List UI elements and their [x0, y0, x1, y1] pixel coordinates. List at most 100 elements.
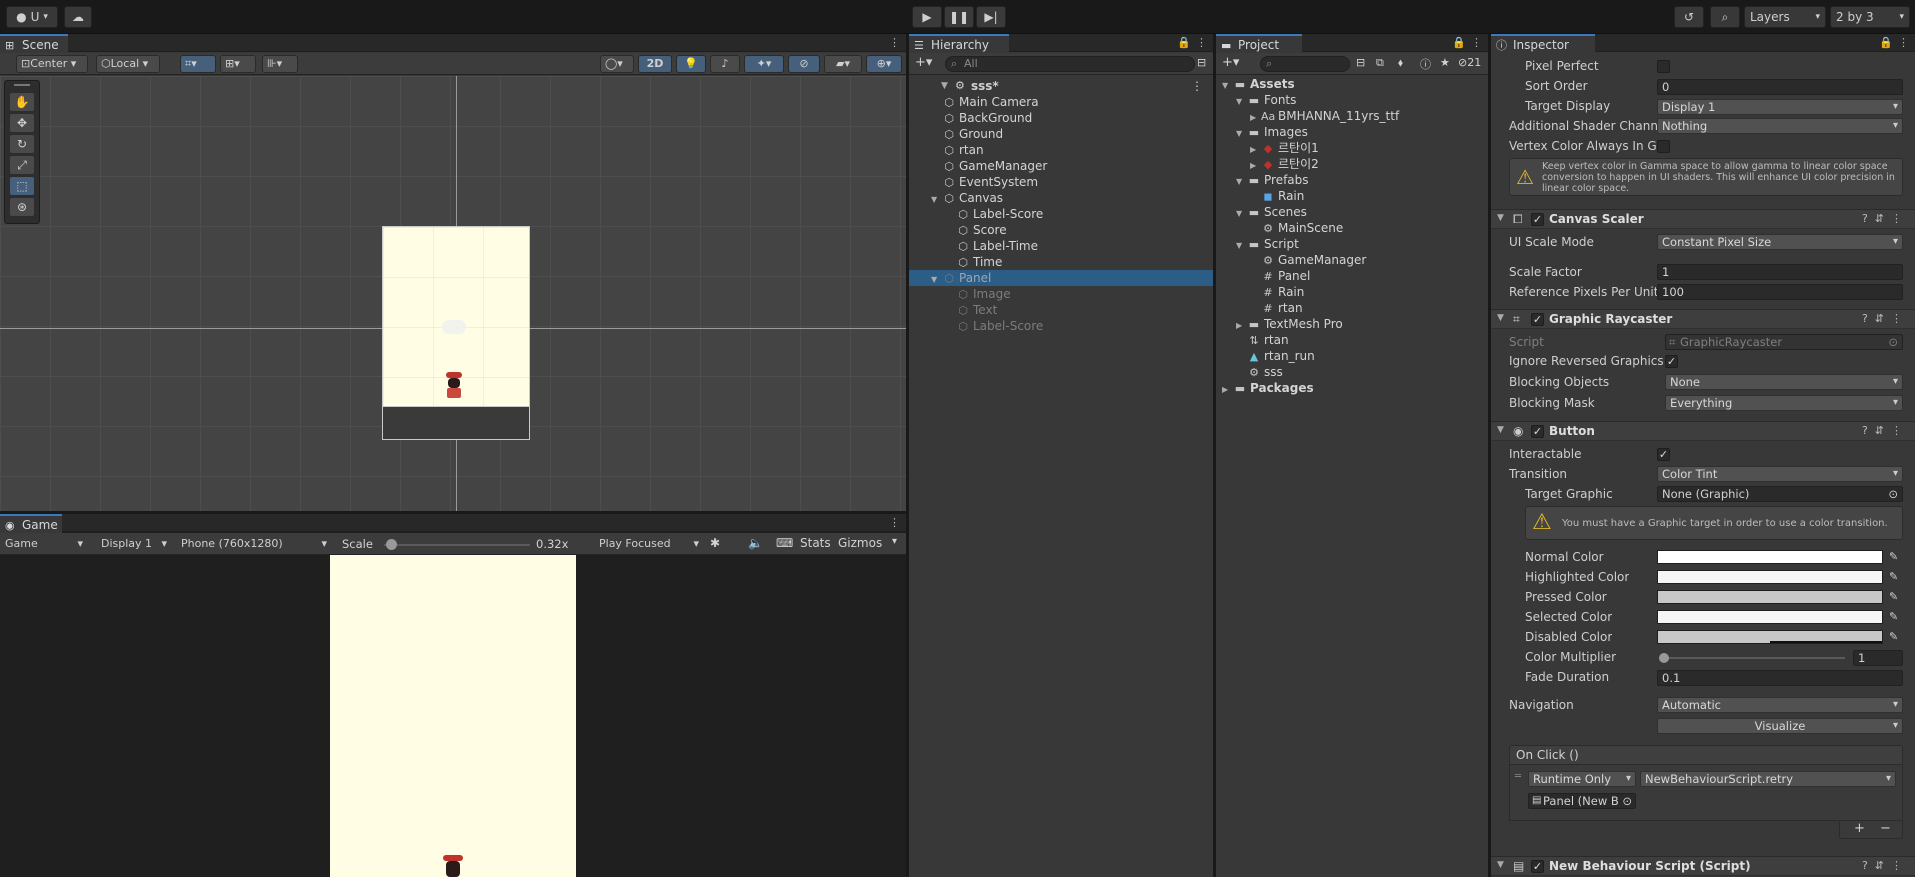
lock-icon[interactable]: 🔒 [1879, 34, 1893, 52]
move-tool-icon[interactable]: ✥ [10, 114, 34, 132]
function-dropdown[interactable]: NewBehaviourScript.retry [1640, 771, 1896, 787]
grid-snap-button[interactable]: ⌗▾ [180, 55, 216, 73]
project-item[interactable]: # Rain [1216, 284, 1488, 300]
hierarchy-item[interactable]: ⬡ BackGround [909, 110, 1213, 126]
search-type-icon[interactable]: ⊟ [1356, 56, 1365, 69]
target-object-field[interactable]: ▤ Panel (New B ⊙ [1528, 793, 1636, 809]
panel-menu-icon[interactable]: ⋮ [889, 514, 900, 532]
project-item[interactable]: ▶ Aa BMHANNA_11yrs_ttf [1216, 108, 1488, 124]
panel-menu-icon[interactable]: ⋮ [889, 34, 900, 52]
vertex-color-checkbox[interactable] [1657, 140, 1670, 153]
sort-order-field[interactable]: 0 [1657, 79, 1903, 95]
canvas-scaler-enabled-checkbox[interactable]: ✓ [1531, 213, 1544, 226]
hidden-packages-icon[interactable]: ⊘21 [1458, 56, 1481, 69]
blocking-mask-dropdown[interactable]: Everything [1665, 395, 1903, 411]
ref-ppu-field[interactable]: 100 [1657, 284, 1903, 300]
layers-dropdown[interactable]: Layers ▾ [1744, 6, 1826, 28]
add-icon[interactable]: +▾ [1222, 55, 1239, 70]
project-item[interactable]: ▶ ◆ 르탄이2 [1216, 156, 1488, 172]
add-event-button[interactable]: + [1854, 821, 1865, 836]
cloud-button[interactable]: ☁ [64, 6, 92, 28]
project-item[interactable]: ⚙ MainScene [1216, 220, 1488, 236]
fold-arrow-icon[interactable]: ▼ [1497, 860, 1504, 870]
button-component-header[interactable]: ▼ ◉ ✓ Button ?⇵⋮ [1491, 421, 1915, 441]
scale-factor-field[interactable]: 1 [1657, 264, 1903, 280]
target-display-dropdown[interactable]: Display 1 [1657, 99, 1903, 115]
eyedropper-icon[interactable]: ✎ [1889, 590, 1898, 603]
script-enabled-checkbox[interactable]: ✓ [1531, 860, 1544, 873]
raycaster-enabled-checkbox[interactable]: ✓ [1531, 313, 1544, 326]
tab-game[interactable]: ◉ Game [0, 514, 62, 533]
display-dropdown[interactable]: Display 1 ▾ [96, 535, 172, 553]
expand-arrow-icon[interactable]: ▶ [1222, 382, 1233, 398]
color-multiplier-slider[interactable] [1659, 653, 1845, 663]
ignore-reversed-checkbox[interactable]: ✓ [1665, 355, 1678, 368]
hierarchy-item[interactable]: ⬡ Text [909, 302, 1213, 318]
effects-dropdown[interactable]: ✦▾ [744, 55, 784, 73]
splitter[interactable] [906, 34, 909, 877]
hierarchy-item[interactable]: ⬡ Image [909, 286, 1213, 302]
project-item[interactable]: ▲ rtan_run [1216, 348, 1488, 364]
account-dropdown[interactable]: ● U ▾ [6, 6, 58, 28]
pivot-dropdown[interactable]: ⊡Center ▾ [16, 55, 88, 73]
panel-menu-icon[interactable]: ⋮ [1471, 34, 1482, 52]
pixel-perfect-checkbox[interactable] [1657, 60, 1670, 73]
project-item[interactable]: ▶ ▬ TextMesh Pro [1216, 316, 1488, 332]
normal-color-swatch[interactable] [1657, 550, 1883, 564]
transform-tool-icon[interactable]: ⊛ [10, 198, 34, 216]
component-actions-icon[interactable]: ?⇵⋮ [1862, 424, 1909, 437]
color-multiplier-field[interactable]: 1 [1853, 650, 1903, 666]
project-item[interactable]: ▶ ◆ 르탄이1 [1216, 140, 1488, 156]
component-actions-icon[interactable]: ?⇵⋮ [1862, 312, 1909, 325]
splitter[interactable] [0, 511, 906, 514]
shader-channels-dropdown[interactable]: Nothing [1657, 118, 1903, 134]
speaker-icon[interactable]: 🔈 [748, 536, 763, 550]
scene-header-row[interactable]: ▼ ⚙ sss* ⋮ [909, 78, 1213, 94]
transition-dropdown[interactable]: Color Tint [1657, 466, 1903, 482]
project-item[interactable]: ⚙ GameManager [1216, 252, 1488, 268]
project-item[interactable]: ▼ ▬ Prefabs [1216, 172, 1488, 188]
selected-color-swatch[interactable] [1657, 610, 1883, 624]
component-actions-icon[interactable]: ?⇵⋮ [1862, 212, 1909, 225]
scene-viewport[interactable] [0, 76, 906, 511]
hierarchy-item[interactable]: ⬡ Label-Score [909, 206, 1213, 222]
space-dropdown[interactable]: ⬡Local ▾ [96, 55, 160, 73]
bug-icon[interactable]: ✱ [710, 536, 720, 550]
play-mode-dropdown[interactable]: Play Focused ▾ [594, 535, 704, 553]
new-script-header[interactable]: ▼ ▤ ✓ New Behaviour Script (Script) ?⇵⋮ [1491, 856, 1915, 876]
eyedropper-icon[interactable]: ✎ [1889, 550, 1898, 563]
project-item[interactable]: ▼ ▬ Scenes [1216, 204, 1488, 220]
project-item[interactable]: ⚙ sss [1216, 364, 1488, 380]
rotate-tool-icon[interactable]: ↻ [10, 135, 34, 153]
runtime-dropdown[interactable]: Runtime Only [1528, 771, 1636, 787]
scale-slider-track[interactable] [384, 539, 530, 550]
game-viewport[interactable] [330, 555, 576, 877]
gizmos-dropdown[interactable]: ⊕▾ [866, 55, 902, 73]
tab-hierarchy[interactable]: ☰ Hierarchy [909, 34, 1009, 53]
lock-icon[interactable]: 🔒 [1177, 34, 1191, 52]
project-item[interactable]: ▼ ▬ Images [1216, 124, 1488, 140]
hierarchy-item[interactable]: ⬡ Label-Time [909, 238, 1213, 254]
hierarchy-item[interactable]: ⬡ EventSystem [909, 174, 1213, 190]
game-view-dropdown[interactable]: Game ▾ [0, 535, 88, 553]
splitter[interactable] [1488, 34, 1491, 877]
chevron-down-icon[interactable]: ▾ [892, 536, 897, 547]
drag-handle-icon[interactable]: ═ [1515, 771, 1521, 782]
highlighted-color-swatch[interactable] [1657, 570, 1883, 584]
fold-arrow-icon[interactable]: ▼ [1497, 213, 1504, 223]
project-item[interactable]: # Panel [1216, 268, 1488, 284]
hierarchy-item[interactable]: ⬡ rtan [909, 142, 1213, 158]
draw-mode-dropdown[interactable]: ◯▾ [600, 55, 634, 73]
fold-arrow-icon[interactable]: ▼ [1497, 425, 1504, 435]
graphic-raycaster-header[interactable]: ▼ ⌗ ✓ Graphic Raycaster ?⇵⋮ [1491, 309, 1915, 329]
pressed-color-swatch[interactable] [1657, 590, 1883, 604]
fold-arrow-icon[interactable]: ▼ [1497, 313, 1504, 323]
hierarchy-search-input[interactable]: ⌕ All [945, 56, 1195, 72]
hierarchy-item[interactable]: ▼ ⬡ Canvas [909, 190, 1213, 206]
target-graphic-field[interactable]: None (Graphic) ⊙ [1657, 486, 1903, 502]
info-icon[interactable]: ⓘ [1420, 56, 1431, 72]
visualize-button[interactable]: Visualize [1657, 718, 1903, 734]
tab-scene[interactable]: ⊞ Scene [0, 34, 68, 53]
panel-menu-icon[interactable]: ⋮ [1898, 34, 1909, 52]
hierarchy-item[interactable]: ⬡ Time [909, 254, 1213, 270]
